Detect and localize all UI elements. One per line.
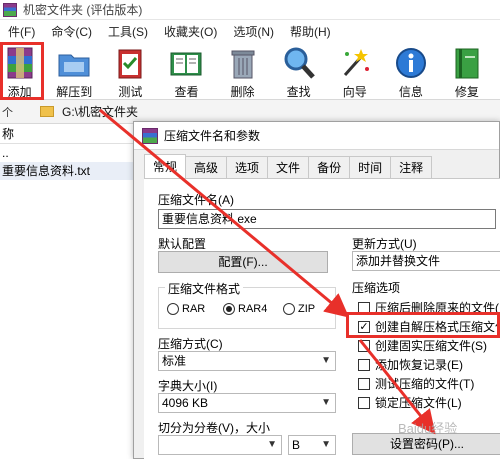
- annotation-arrows: [99, 108, 436, 435]
- arrow-to-sfx: [99, 108, 350, 318]
- watermark-text: Baidu经验: [398, 421, 458, 436]
- arrow-to-password: [358, 339, 436, 435]
